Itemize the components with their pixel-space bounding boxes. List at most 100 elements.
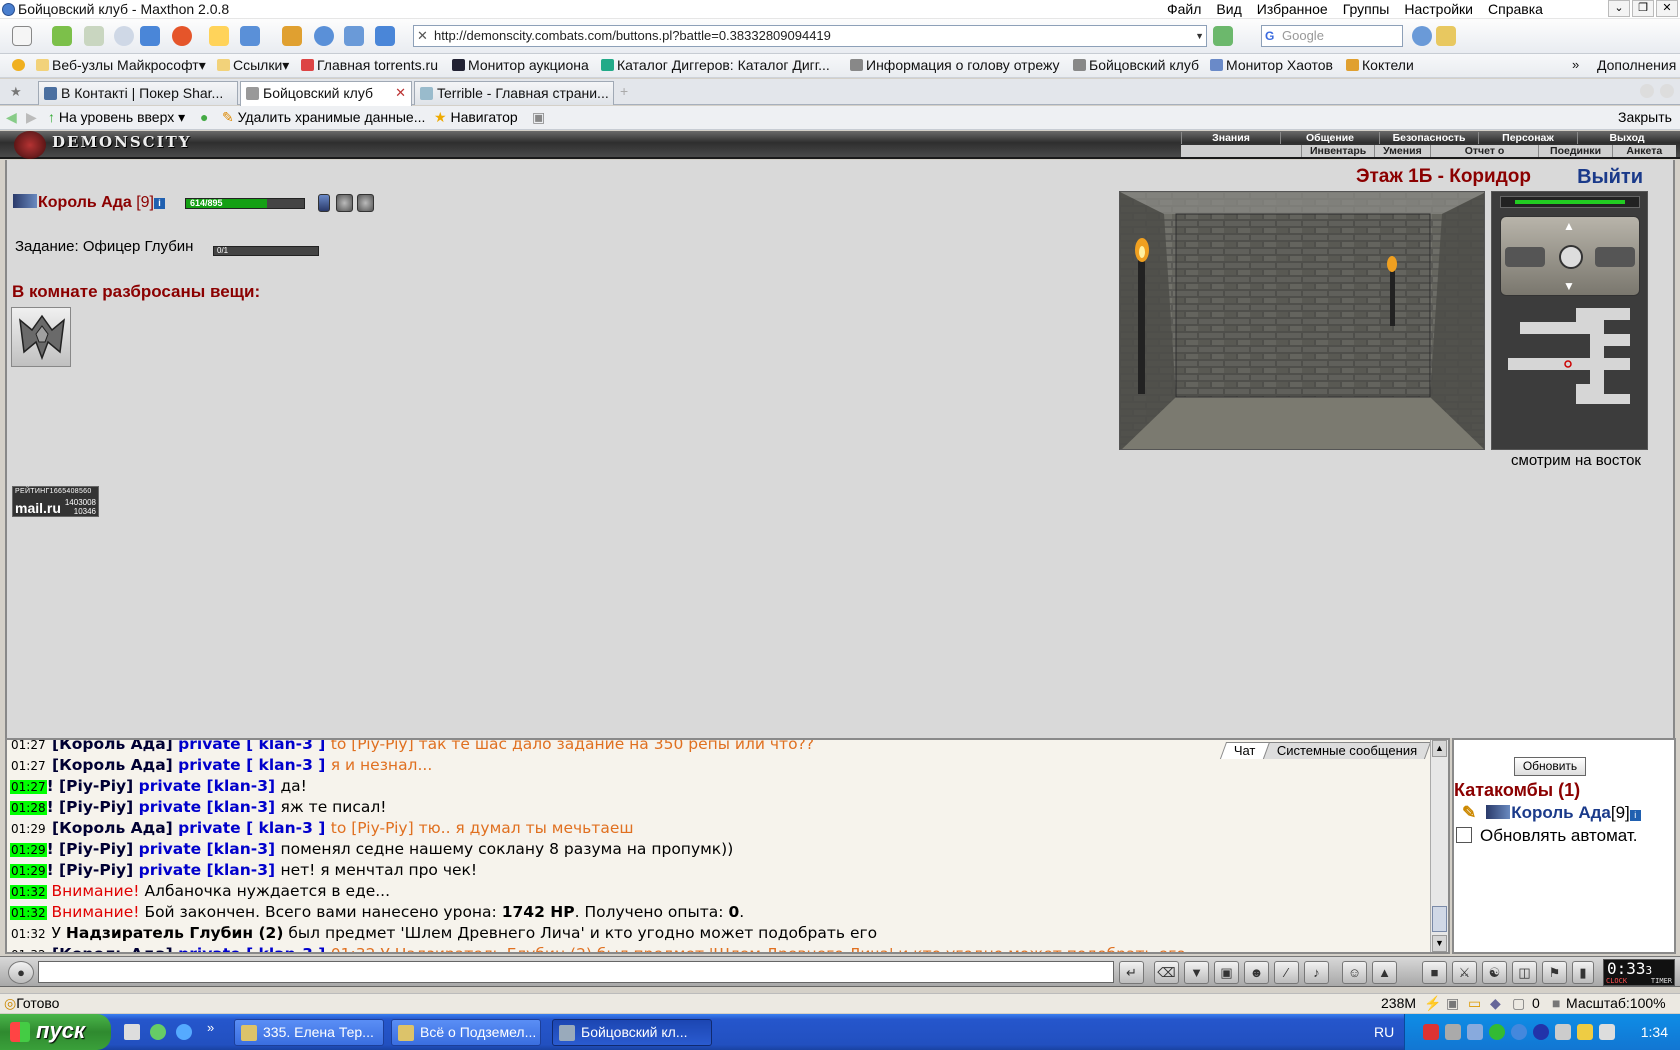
taskbar-item-combats[interactable]: Бойцовский кл... — [552, 1019, 712, 1046]
fav-chaos[interactable]: Монитор Хаотов — [1210, 57, 1333, 73]
chat-author[interactable]: ! [Piy-Piy] — [47, 840, 139, 858]
screenshot-icon[interactable]: ▣ — [532, 109, 545, 126]
helmet-settings-icon[interactable]: ▲ — [1372, 961, 1397, 984]
translit-icon[interactable]: ∕ — [1274, 961, 1299, 984]
nav-battles[interactable]: Поединки — [1538, 145, 1611, 157]
restore-icon[interactable]: ❐ — [1632, 0, 1654, 17]
chat-author[interactable]: ! [Piy-Piy] — [47, 777, 139, 795]
undo-icon[interactable] — [240, 26, 260, 46]
tray-icon-4[interactable] — [1489, 1024, 1505, 1040]
chat-author[interactable]: ! [Piy-Piy] — [47, 798, 139, 816]
menu-view[interactable]: Вид — [1216, 1, 1241, 17]
fav-torrents[interactable]: Главная torrents.ru — [301, 57, 438, 73]
tab-combats[interactable]: Бойцовский клуб ✕ — [240, 81, 412, 106]
start-button[interactable]: пуск — [0, 1014, 111, 1050]
tab-star-icon[interactable]: ★ — [10, 84, 22, 100]
auto-refresh-checkbox[interactable]: Обновлять автомат. — [1456, 826, 1638, 846]
fav-cocktails[interactable]: Коктели — [1346, 57, 1414, 73]
nav-transfers[interactable]: Отчет о переводах — [1429, 145, 1539, 169]
nav-addon-icon[interactable]: ● — [200, 109, 208, 125]
new-tab-icon[interactable] — [12, 26, 32, 46]
address-bar[interactable]: ✕ http://demonscity.combats.com/buttons.… — [413, 25, 1207, 47]
exit-link[interactable]: Выйти — [1577, 166, 1643, 189]
taskbar-item-music[interactable]: 335. Елена Тер... — [234, 1019, 384, 1046]
fav-addons[interactable]: Дополнения — [1597, 57, 1676, 73]
tab-menu-icon[interactable] — [1660, 84, 1674, 98]
menu-groups[interactable]: Группы — [1343, 1, 1390, 17]
download-icon[interactable] — [375, 26, 395, 46]
tab-terrible[interactable]: Terrible - Главная страни... — [414, 81, 614, 105]
fav-links[interactable]: Ссылки▾ — [217, 57, 289, 74]
flag-icon[interactable]: ⚑ — [1542, 961, 1567, 984]
effect-scroll-icon[interactable] — [318, 194, 330, 212]
nav-forward-icon[interactable]: ▶ — [26, 109, 37, 126]
fav-microsoft[interactable]: Веб-узлы Майкрософт▾ — [36, 57, 206, 74]
delete-stored-data-button[interactable]: ✎ Удалить хранимые данные... — [222, 109, 425, 126]
tray-icon-9[interactable] — [1599, 1024, 1615, 1040]
favorites-more-chevron-icon[interactable]: » — [1572, 57, 1579, 72]
tray-icon-8[interactable] — [1577, 1024, 1593, 1040]
back-icon[interactable] — [52, 26, 72, 46]
chat-author[interactable]: [Король Ада] — [47, 945, 179, 952]
player-name[interactable]: Король Ада — [38, 194, 132, 211]
swords-icon[interactable]: ⚔ — [1452, 961, 1477, 984]
chat-private-tag[interactable]: private [ klan-3 ] — [178, 740, 331, 753]
stop-icon[interactable] — [172, 26, 192, 46]
zoom-level[interactable]: Масштаб:100% — [1566, 995, 1666, 1011]
player-info-icon[interactable]: i — [154, 198, 165, 209]
chat-message-input[interactable] — [38, 961, 1114, 983]
window-icon[interactable] — [344, 26, 364, 46]
sound-icon[interactable]: ♪ — [1304, 961, 1329, 984]
move-forward-arrow-icon[interactable]: ▲ — [1563, 219, 1575, 233]
nav-communication[interactable]: Общение — [1280, 132, 1379, 144]
group-icon[interactable]: ☯ — [1482, 961, 1507, 984]
bag-icon[interactable]: ■ — [1422, 961, 1447, 984]
tray-help-icon[interactable] — [1533, 1024, 1549, 1040]
chat-author[interactable]: [Король Ада] — [47, 740, 179, 753]
mailru-counter[interactable]: РЕЙТИНГ1665408560 mail.ru 1403008 10346 — [12, 486, 99, 517]
menu-file[interactable]: Файл — [1167, 1, 1201, 17]
tab-chat[interactable]: Чат — [1220, 742, 1270, 759]
quicklaunch-more-icon[interactable]: » — [207, 1020, 214, 1035]
nav-security[interactable]: Безопасность — [1379, 132, 1478, 144]
chat-smile-menu-icon[interactable]: ● — [8, 961, 34, 984]
chat-scrollbar[interactable]: ▲ ▼ — [1430, 740, 1448, 952]
quicklaunch-app-icon[interactable] — [150, 1024, 166, 1040]
history-dropdown-icon[interactable] — [114, 26, 134, 46]
minimize-icon[interactable]: ⌄ — [1608, 0, 1630, 17]
chat-private-tag[interactable]: private [klan-3] — [139, 861, 281, 879]
fav-combats[interactable]: Бойцовский клуб — [1073, 57, 1199, 73]
clock-icon[interactable] — [314, 26, 334, 46]
new-tab-plus-icon[interactable]: + — [620, 83, 628, 99]
turn-right-icon[interactable] — [1595, 247, 1635, 267]
people-icon[interactable]: ☻ — [1244, 961, 1269, 984]
zoom-icon[interactable]: ■ — [1552, 995, 1560, 1011]
nav-character[interactable]: Персонаж — [1478, 132, 1577, 144]
turn-left-icon[interactable] — [1505, 247, 1545, 267]
tray-volume-icon[interactable] — [1555, 1024, 1571, 1040]
move-back-arrow-icon[interactable]: ▼ — [1563, 279, 1575, 293]
chat-private-tag[interactable]: private [klan-3] — [139, 777, 281, 795]
room-item-helmet[interactable] — [11, 307, 71, 367]
status-proxy-icon[interactable]: ◆ — [1490, 995, 1501, 1012]
send-enter-icon[interactable]: ↵ — [1119, 961, 1144, 984]
nav-up-button[interactable]: ↑ На уровень вверх ▾ — [48, 109, 185, 126]
quicklaunch-ie-icon[interactable] — [176, 1024, 192, 1040]
checkbox-icon[interactable] — [1456, 827, 1472, 843]
close-window-icon[interactable]: ✕ — [1656, 0, 1678, 17]
home-icon[interactable] — [209, 26, 229, 46]
refresh-button[interactable]: Обновить — [1514, 757, 1586, 776]
tray-network-icon[interactable] — [1511, 1024, 1527, 1040]
menu-help[interactable]: Справка — [1488, 1, 1543, 17]
fav-auction[interactable]: Монитор аукциона — [452, 57, 589, 73]
fav-info[interactable]: Информация о голову отрежу — [850, 57, 1060, 73]
nav-inventory[interactable]: Инвентарь — [1301, 145, 1374, 157]
nav-knowledge[interactable]: Знания — [1181, 132, 1280, 144]
language-indicator[interactable]: RU — [1374, 1024, 1394, 1040]
smiles-icon[interactable]: ☺ — [1342, 961, 1367, 984]
tab-tools-icon[interactable] — [1640, 84, 1654, 98]
private-message-icon[interactable]: ✎ — [1462, 803, 1476, 822]
tray-icon-2[interactable] — [1445, 1024, 1461, 1040]
center-refresh-icon[interactable] — [1559, 245, 1583, 269]
chat-private-tag[interactable]: private [klan-3] — [139, 840, 281, 858]
